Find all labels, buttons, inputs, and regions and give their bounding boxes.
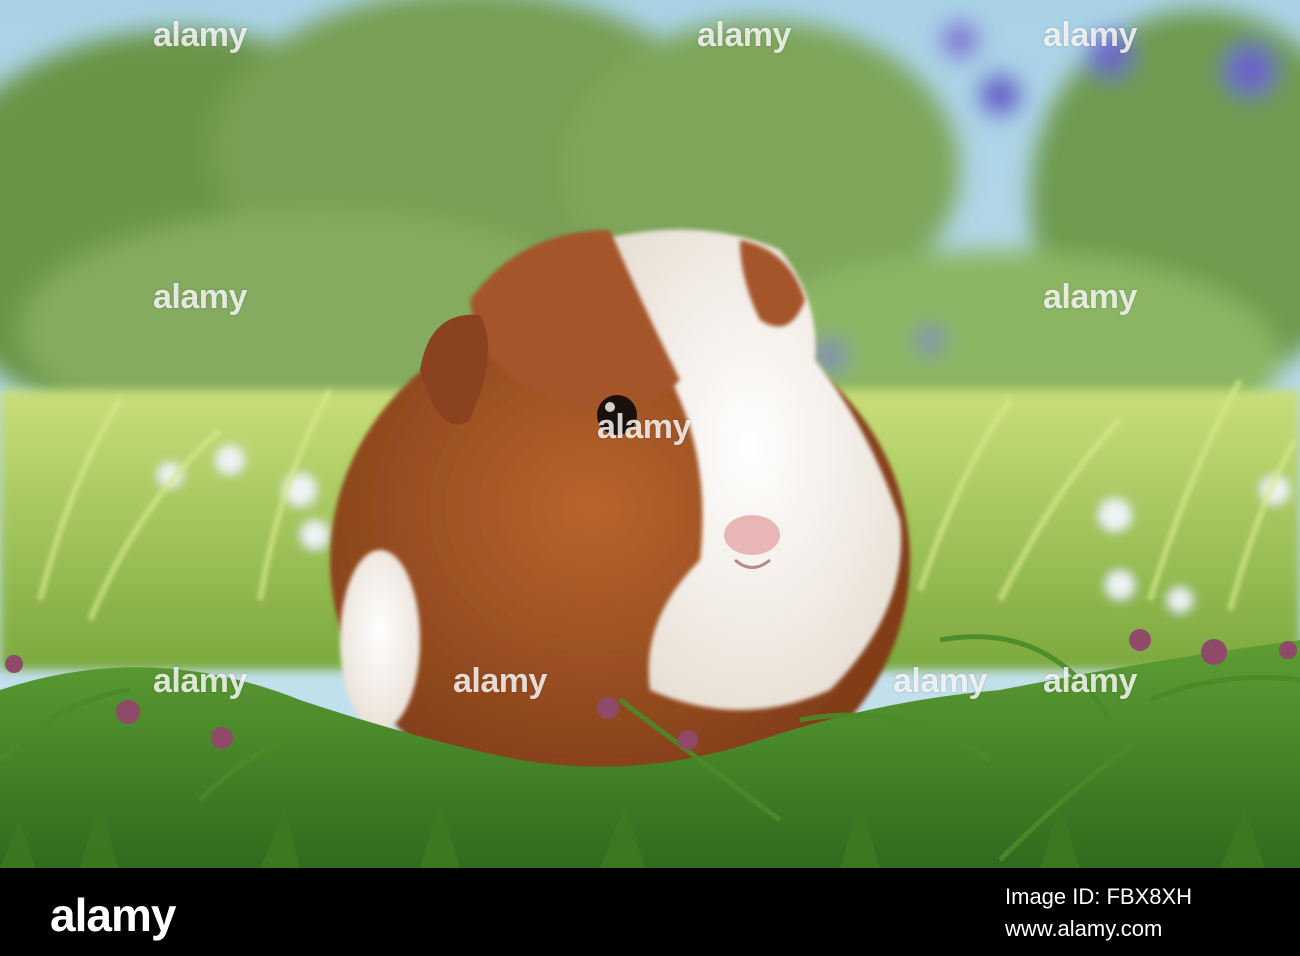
photo-illustration [0,0,1300,868]
image-id-label: Image ID: FBX8XH [1005,884,1193,909]
footer-bar: alamy Image ID: FBX8XH www.alamy.com [0,868,1300,956]
footer-logo: alamy [50,889,176,941]
site-url-label: www.alamy.com [1005,916,1163,941]
guinea-pig-photo: alamy alamy alamy alamy alamy alamy alam… [0,0,1300,868]
